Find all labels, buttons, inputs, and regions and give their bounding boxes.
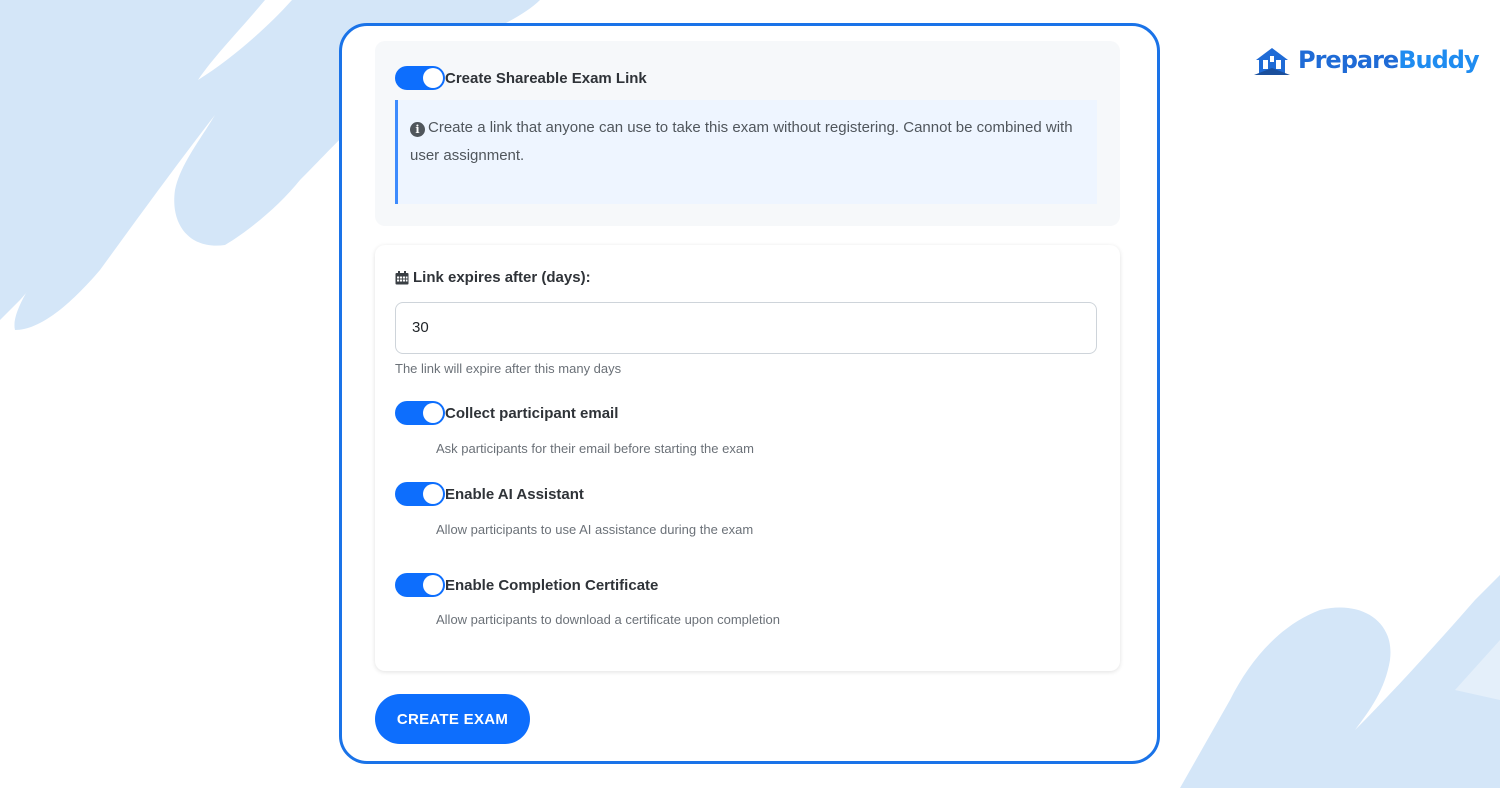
certificate-toggle-row[interactable]: Enable Completion Certificate xyxy=(395,573,658,597)
info-icon: i xyxy=(410,122,425,137)
share-link-toggle[interactable] xyxy=(395,66,445,90)
toggle-knob xyxy=(423,68,443,88)
share-link-toggle-row[interactable]: Create Shareable Exam Link xyxy=(395,66,647,90)
ai-assistant-description: Allow participants to use AI assistance … xyxy=(436,522,754,537)
toggle-knob xyxy=(423,575,443,595)
ai-assistant-toggle[interactable] xyxy=(395,482,445,506)
share-link-info-text: Create a link that anyone can use to tak… xyxy=(410,119,1073,164)
certificate-label: Enable Completion Certificate xyxy=(445,576,659,594)
logo-text: PrepareBuddy xyxy=(1298,46,1480,74)
certificate-description: Allow participants to download a certifi… xyxy=(436,612,780,627)
expiry-label: Link expires after (days): xyxy=(395,269,591,286)
collect-email-label: Collect participant email xyxy=(445,404,619,422)
expiry-label-text: Link expires after (days): xyxy=(413,269,591,286)
toggle-knob xyxy=(423,403,443,423)
ai-assistant-toggle-row[interactable]: Enable AI Assistant xyxy=(395,482,584,506)
logo-text-prepare: Prepare xyxy=(1298,46,1399,74)
certificate-toggle[interactable] xyxy=(395,573,445,597)
create-exam-button[interactable]: CREATE EXAM xyxy=(375,694,530,744)
collect-email-description: Ask participants for their email before … xyxy=(436,441,754,456)
collect-email-toggle-row[interactable]: Collect participant email xyxy=(395,401,618,425)
share-link-label: Create Shareable Exam Link xyxy=(445,69,647,87)
expiry-help-text: The link will expire after this many day… xyxy=(395,361,622,376)
logo-text-buddy: Buddy xyxy=(1398,46,1479,74)
ai-assistant-label: Enable AI Assistant xyxy=(445,485,584,503)
calendar-icon xyxy=(395,270,409,284)
share-link-panel: Create Shareable Exam Link i Create a lin… xyxy=(375,41,1120,226)
link-settings-panel: Link expires after (days): 30 The link w… xyxy=(375,245,1120,671)
toggle-knob xyxy=(423,484,443,504)
share-link-info-alert: i Create a link that anyone can use to ta… xyxy=(395,100,1097,204)
collect-email-toggle[interactable] xyxy=(395,401,445,425)
exam-settings-card: Create Shareable Exam Link i Create a lin… xyxy=(339,23,1160,764)
expiry-days-input[interactable]: 30 xyxy=(395,302,1097,354)
logo-icon xyxy=(1254,48,1290,75)
prepare-buddy-logo[interactable]: PrepareBuddy xyxy=(1252,42,1480,78)
